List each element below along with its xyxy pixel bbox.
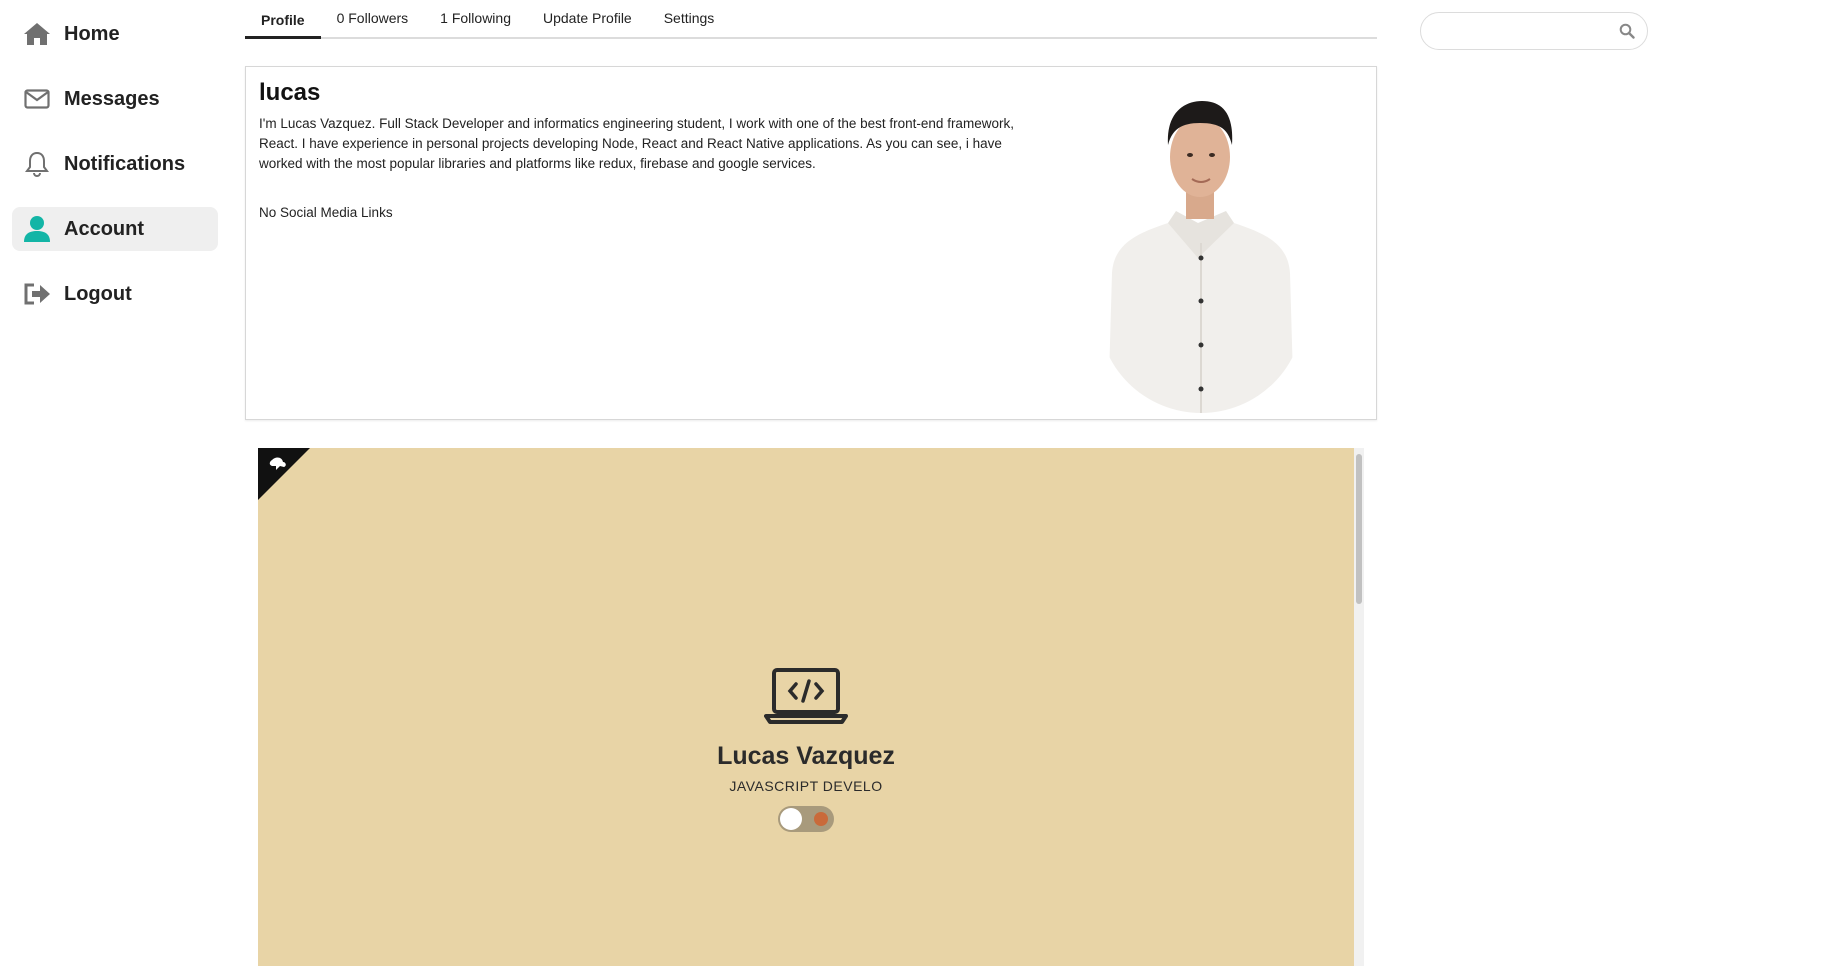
portfolio-name: Lucas Vazquez: [717, 742, 895, 770]
tab-profile[interactable]: Profile: [245, 2, 321, 39]
search-box: [1420, 12, 1648, 50]
sidebar-item-account[interactable]: Account: [12, 207, 218, 251]
moon-icon: [814, 812, 828, 826]
sidebar-item-notifications[interactable]: Notifications: [12, 142, 218, 186]
portfolio-preview: Lucas Vazquez JAVASCRIPT DEVELO: [258, 448, 1364, 966]
profile-card: lucas I'm Lucas Vazquez. Full Stack Deve…: [245, 66, 1377, 420]
search-icon[interactable]: [1619, 23, 1635, 44]
frame-scrollbar[interactable]: [1354, 448, 1364, 966]
home-icon: [22, 19, 52, 49]
search-input[interactable]: [1435, 21, 1619, 43]
sidebar-item-home[interactable]: Home: [12, 12, 218, 56]
tab-following[interactable]: 1 Following: [424, 0, 527, 37]
portfolio-role: JAVASCRIPT DEVELO: [729, 778, 883, 794]
user-icon: [22, 214, 52, 244]
scrollbar-thumb[interactable]: [1356, 454, 1362, 604]
tab-followers[interactable]: 0 Followers: [321, 0, 425, 37]
sidebar-item-label: Notifications: [64, 152, 186, 175]
profile-username: lucas: [259, 79, 321, 106]
social-links-status: No Social Media Links: [259, 205, 393, 220]
theme-toggle[interactable]: [778, 806, 834, 832]
sidebar-item-label: Logout: [64, 282, 132, 305]
sidebar-item-label: Account: [64, 217, 144, 240]
logout-icon: [22, 279, 52, 309]
tab-settings[interactable]: Settings: [648, 0, 731, 37]
profile-bio: I'm Lucas Vazquez. Full Stack Developer …: [259, 116, 1014, 171]
sidebar-item-label: Home: [64, 22, 120, 45]
tab-update-profile[interactable]: Update Profile: [527, 0, 648, 37]
laptop-code-icon: [764, 666, 848, 731]
sidebar-item-logout[interactable]: Logout: [12, 272, 218, 316]
sidebar: Home Messages Notifications Account Logo…: [12, 12, 218, 337]
sidebar-item-label: Messages: [64, 87, 160, 110]
sidebar-item-messages[interactable]: Messages: [12, 77, 218, 121]
bell-icon: [22, 149, 52, 179]
corner-ribbon-icon[interactable]: [258, 448, 310, 500]
profile-avatar: [1098, 83, 1304, 413]
toggle-knob: [780, 808, 802, 830]
envelope-icon: [22, 84, 52, 114]
profile-tabs: Profile 0 Followers 1 Following Update P…: [245, 0, 1377, 39]
